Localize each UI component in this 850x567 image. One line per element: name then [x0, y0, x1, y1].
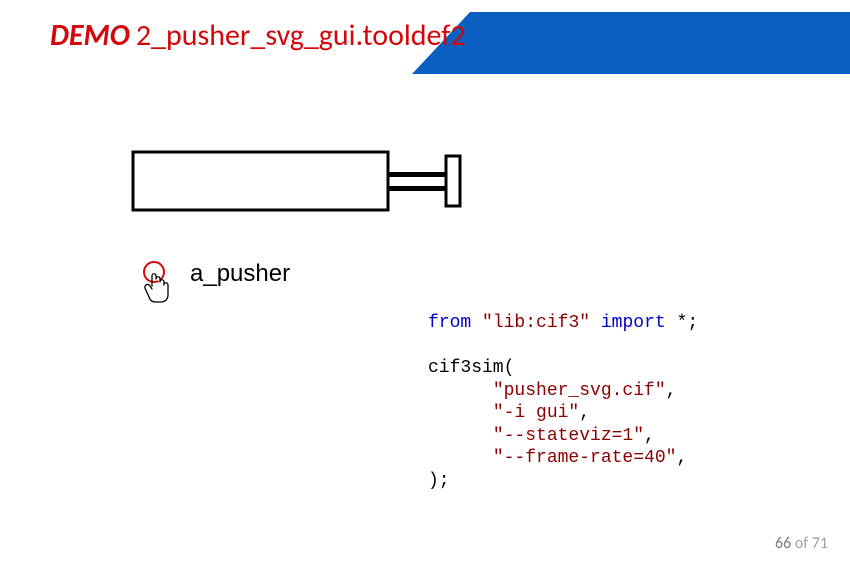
- pusher-rod-bottom: [388, 186, 446, 191]
- code-arg-3: "--frame-rate=40": [493, 448, 677, 468]
- pusher-svg: [128, 140, 488, 250]
- code-block: from "lib:cif3" import *; cif3sim( "push…: [428, 312, 698, 492]
- code-open-paren: (: [504, 358, 515, 378]
- code-str-lib: "lib:cif3": [482, 313, 590, 333]
- pusher-body-rect: [133, 152, 388, 210]
- code-close: );: [428, 471, 450, 491]
- code-arg-1: "-i gui": [493, 403, 579, 423]
- pusher-rod-top: [388, 172, 446, 177]
- header-accent-bar: [470, 12, 850, 74]
- code-star: *: [677, 313, 688, 333]
- radio-circle-icon: [144, 262, 164, 282]
- title-demo-word: DEMO: [50, 17, 130, 54]
- title-filename: 2_pusher_svg_gui.tooldef2: [136, 17, 466, 54]
- page-of-word: of: [795, 534, 808, 553]
- code-arg-2: "--stateviz=1": [493, 426, 644, 446]
- page-total: 71: [812, 534, 828, 553]
- slide: DEMO2_pusher_svg_gui.tooldef2 a_pusher f…: [0, 0, 850, 567]
- code-fn: cif3sim: [428, 358, 504, 378]
- page-number: 66 of 71: [775, 534, 828, 553]
- slide-title: DEMO2_pusher_svg_gui.tooldef2: [50, 18, 466, 54]
- a-pusher-label: a_pusher: [190, 260, 290, 288]
- code-kw-import: import: [601, 313, 666, 333]
- code-semi-1: ;: [687, 313, 698, 333]
- code-kw-from: from: [428, 313, 471, 333]
- page-current: 66: [775, 534, 791, 553]
- a-pusher-button[interactable]: [136, 261, 186, 311]
- code-arg-0: "pusher_svg.cif": [493, 381, 666, 401]
- pusher-end-plate: [446, 156, 460, 206]
